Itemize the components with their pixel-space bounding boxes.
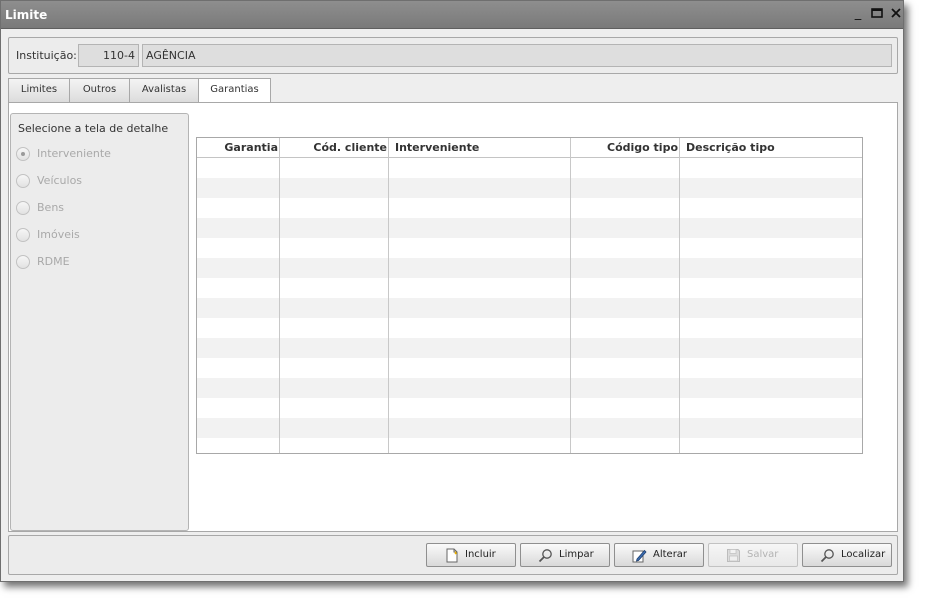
title-bar[interactable]: Limite _ (1, 1, 903, 29)
close-icon[interactable] (889, 7, 903, 21)
column-divider (679, 138, 680, 453)
table-row[interactable] (197, 178, 862, 198)
maximize-icon[interactable] (870, 7, 884, 21)
magnifier-icon (820, 548, 835, 563)
floppy-disk-icon (726, 548, 741, 563)
button-label: Alterar (653, 549, 688, 560)
button-label: Salvar (747, 549, 779, 560)
radio-button[interactable] (16, 201, 30, 215)
table-header: Garantia Cód. cliente Interveniente Códi… (197, 138, 862, 158)
button-label: Incluir (465, 549, 496, 560)
institution-code-field: 110-4 (78, 44, 139, 67)
table-row[interactable] (197, 398, 862, 418)
institution-panel: Instituição: 110-4 AGÊNCIA (8, 37, 898, 74)
salvar-button[interactable]: Salvar (708, 543, 798, 567)
button-label: Limpar (559, 549, 594, 560)
table-row[interactable] (197, 198, 862, 218)
table-row[interactable] (197, 238, 862, 258)
alterar-button[interactable]: Alterar (614, 543, 704, 567)
table-row[interactable] (197, 258, 862, 278)
table-row[interactable] (197, 338, 862, 358)
column-header-interveniente[interactable]: Interveniente (389, 138, 571, 158)
radio-label: RDME (37, 255, 70, 268)
column-divider (279, 138, 280, 453)
column-divider (570, 138, 571, 453)
limpar-button[interactable]: Limpar (520, 543, 610, 567)
limite-window: Limite _ Instituição: 110-4 AGÊNCIA Limi… (0, 0, 904, 582)
magnifier-icon (538, 548, 553, 563)
radio-label: Veículos (37, 174, 83, 187)
radio-button-checked[interactable] (16, 147, 30, 161)
detail-selector-title: Selecione a tela de detalhe (18, 122, 169, 135)
column-header-codigo-tipo[interactable]: Código tipo (571, 138, 680, 158)
radio-label: Bens (37, 201, 65, 214)
institution-label: Instituição: (16, 49, 77, 62)
table-row[interactable] (197, 438, 862, 453)
tab-avalistas[interactable]: Avalistas (129, 78, 199, 102)
column-header-descricao-tipo[interactable]: Descrição tipo (680, 138, 862, 158)
column-divider (388, 138, 389, 453)
tab-limites[interactable]: Limites (8, 78, 70, 102)
tab-outros[interactable]: Outros (69, 78, 130, 102)
institution-name-field: AGÊNCIA (142, 44, 892, 67)
table-row[interactable] (197, 318, 862, 338)
radio-button[interactable] (16, 228, 30, 242)
action-bar: Incluir Limpar Alterar Salvar Localizar (8, 535, 898, 575)
radio-button[interactable] (16, 174, 30, 188)
detail-selector-panel: Selecione a tela de detalhe Intervenient… (10, 113, 189, 531)
table-row[interactable] (197, 378, 862, 398)
edit-pen-icon (632, 548, 647, 563)
column-header-garantia[interactable]: Garantia (197, 138, 280, 158)
radio-button[interactable] (16, 255, 30, 269)
garantias-tab-content: Selecione a tela de detalhe Intervenient… (8, 102, 898, 532)
button-label: Localizar (841, 549, 886, 560)
new-document-icon (444, 548, 459, 563)
minimize-icon[interactable]: _ (851, 7, 865, 21)
table-row[interactable] (197, 158, 862, 178)
garantias-table[interactable]: Garantia Cód. cliente Interveniente Códi… (196, 137, 863, 454)
localizar-button[interactable]: Localizar (802, 543, 892, 567)
incluir-button[interactable]: Incluir (426, 543, 516, 567)
radio-label: Interveniente (37, 147, 111, 160)
radio-label: Imóveis (37, 228, 80, 241)
tab-garantias[interactable]: Garantias (198, 78, 271, 103)
column-header-cod-cliente[interactable]: Cód. cliente (280, 138, 389, 158)
table-row[interactable] (197, 278, 862, 298)
window-title: Limite (5, 8, 48, 22)
table-row[interactable] (197, 418, 862, 438)
table-row[interactable] (197, 218, 862, 238)
table-row[interactable] (197, 298, 862, 318)
table-row[interactable] (197, 358, 862, 378)
